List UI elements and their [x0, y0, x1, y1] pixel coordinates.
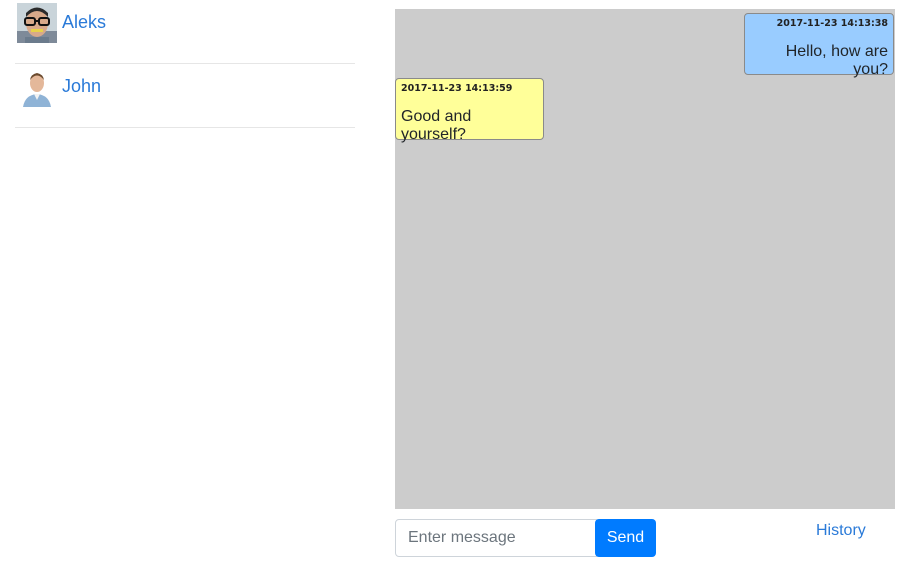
message-text: Hello, how are you?	[785, 43, 888, 78]
chat-app: Aleks John 2017-11-23 14:13:38 Hello, ho…	[0, 0, 905, 567]
message-timestamp: 2017-11-23 14:13:38	[776, 18, 888, 29]
contact-name[interactable]: John	[62, 76, 101, 97]
contact-item-john[interactable]: John	[15, 64, 355, 128]
message-timestamp: 2017-11-23 14:13:59	[401, 83, 513, 94]
message-incoming: 2017-11-23 14:13:59 Good and yourself?	[395, 78, 544, 143]
contact-list: Aleks John	[15, 0, 355, 128]
contact-item-aleks[interactable]: Aleks	[15, 0, 355, 64]
message-text: Good and yourself?	[401, 108, 472, 143]
history-link[interactable]: History	[816, 522, 866, 540]
chat-window[interactable]: 2017-11-23 14:13:38 Hello, how are you? …	[395, 9, 895, 509]
send-button[interactable]: Send	[595, 519, 656, 557]
message-outgoing: 2017-11-23 14:13:38 Hello, how are you?	[744, 13, 894, 78]
avatar	[17, 3, 57, 43]
message-input[interactable]	[395, 519, 597, 557]
contact-name[interactable]: Aleks	[62, 12, 106, 33]
avatar	[17, 67, 57, 107]
